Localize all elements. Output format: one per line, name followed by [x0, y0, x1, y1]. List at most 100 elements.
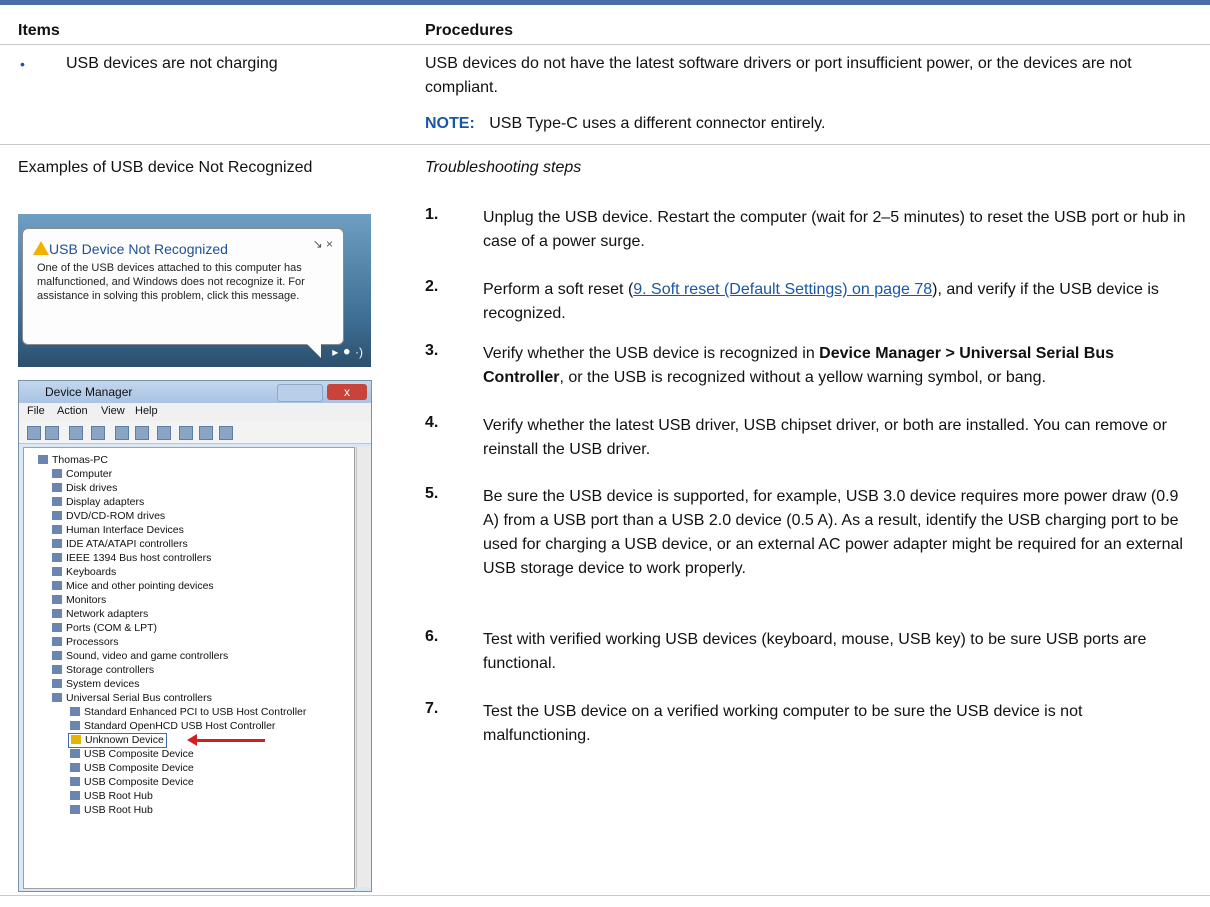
step-1-text: Unplug the USB device. Restart the compu… [483, 209, 1186, 250]
tree-item: USB Composite Device [70, 748, 194, 761]
dm-menubar: File Action View Help [19, 403, 371, 421]
computer-icon [38, 455, 48, 464]
tree-item: Network adapters [52, 608, 148, 621]
tree-item: Sound, video and game controllers [52, 650, 228, 663]
step-3-text: Verify whether the USB device is recogni… [483, 345, 1114, 386]
show-icon [91, 426, 105, 440]
properties-icon [69, 426, 83, 440]
dm-close-button: x [327, 384, 367, 400]
usb-icon [70, 707, 80, 716]
red-arrow-head [187, 734, 197, 746]
step-number: 3. [425, 342, 439, 359]
tree-item: DVD/CD-ROM drives [52, 510, 165, 523]
row-divider [0, 144, 1210, 145]
row1-procedure: USB devices do not have the latest softw… [425, 55, 1132, 96]
device-icon [52, 497, 62, 506]
dm-window-buttons [277, 384, 323, 402]
tree-item: System devices [52, 678, 140, 691]
tree-item: Disk drives [52, 482, 117, 495]
tree-item: Monitors [52, 594, 106, 607]
tree-item: Computer [52, 468, 112, 481]
device-icon [52, 483, 62, 492]
device-icon [52, 469, 62, 478]
view-icon [135, 426, 149, 440]
tree-item: USB Composite Device [70, 776, 194, 789]
uninstall-icon [199, 426, 213, 440]
balloon-body: One of the USB devices attached to this … [37, 262, 305, 302]
tree-item: Human Interface Devices [52, 524, 184, 537]
device-tree: Thomas-PC Computer Disk drives Display a… [23, 447, 355, 889]
tree-item: Display adapters [52, 496, 144, 509]
step-number: 6. [425, 628, 439, 645]
row2-item: Examples of USB device Not Recognized [18, 159, 313, 176]
usb-icon [70, 777, 80, 786]
balloon-title: USB Device Not Recognized [49, 241, 228, 257]
usb-icon [70, 721, 80, 730]
balloon-controls: ↘ × [312, 237, 333, 251]
step-number: 1. [425, 206, 439, 223]
tree-item: USB Root Hub [70, 804, 153, 817]
device-icon [52, 665, 62, 674]
dm-scrollbar [356, 447, 371, 887]
device-icon [52, 525, 62, 534]
warning-icon [33, 241, 49, 255]
update-icon [179, 426, 193, 440]
tree-item: Storage controllers [52, 664, 154, 677]
table-bottom-rule [0, 895, 1210, 896]
tree-item: Keyboards [52, 566, 116, 579]
usb-icon [70, 805, 80, 814]
step-number: 4. [425, 414, 439, 431]
dm-title: Device Manager [45, 385, 133, 399]
notification-balloon: USB Device Not Recognized ↘ × One of the… [22, 228, 344, 358]
table-header: Items Procedures [0, 5, 1210, 45]
tree-item: Standard Enhanced PCI to USB Host Contro… [70, 706, 306, 719]
soft-reset-link[interactable]: 9. Soft reset (Default Settings) on page… [633, 281, 932, 298]
step-6-text: Test with verified working USB devices (… [483, 631, 1147, 672]
tree-item: IEEE 1394 Bus host controllers [52, 552, 211, 565]
dm-menu-file: File [27, 405, 45, 417]
tree-item: USB Composite Device [70, 762, 194, 775]
dm-menu-view: View [101, 405, 125, 417]
device-manager-screenshot: Device Manager x File Action View Help T… [18, 380, 372, 892]
step-4-text: Verify whether the latest USB driver, US… [483, 417, 1167, 458]
device-icon [52, 623, 62, 632]
procedures-column-header: Procedures [425, 22, 514, 39]
dm-menu-help: Help [135, 405, 158, 417]
tree-item: Universal Serial Bus controllers [52, 692, 212, 705]
unknown-device-item: Unknown Device [68, 733, 167, 748]
device-icon [52, 637, 62, 646]
device-icon [52, 511, 62, 520]
device-icon [52, 567, 62, 576]
tree-item: Mice and other pointing devices [52, 580, 214, 593]
tree-item: Standard OpenHCD USB Host Controller [70, 720, 275, 733]
usb-icon [52, 693, 62, 702]
device-icon [52, 539, 62, 548]
device-icon [52, 581, 62, 590]
usb-not-recognized-screenshot: USB Device Not Recognized ↘ × One of the… [18, 214, 371, 367]
step-number: 5. [425, 485, 439, 502]
disable-icon [219, 426, 233, 440]
dm-toolbar [19, 421, 371, 444]
tree-item: IDE ATA/ATAPI controllers [52, 538, 188, 551]
bullet: • [20, 56, 25, 72]
device-icon [52, 651, 62, 660]
step-2-text: Perform a soft reset (9. Soft reset (Def… [483, 281, 1159, 322]
scan-icon [157, 426, 171, 440]
device-icon [52, 609, 62, 618]
device-icon [52, 553, 62, 562]
tree-item: Ports (COM & LPT) [52, 622, 157, 635]
device-icon [52, 595, 62, 604]
items-column-header: Items [18, 22, 60, 39]
tree-item: Thomas-PC [38, 454, 108, 467]
system-tray-icons: ▸ ⚫ ·) [332, 345, 363, 359]
step-number: 7. [425, 700, 439, 717]
row1-item: USB devices are not charging [66, 55, 278, 72]
dm-menu-action: Action [57, 405, 88, 417]
troubleshooting-subtitle: Troubleshooting steps [425, 159, 582, 176]
step-7-text: Test the USB device on a verified workin… [483, 703, 1083, 744]
note: NOTE: USB Type-C uses a different connec… [425, 112, 825, 136]
help-icon [115, 426, 129, 440]
warning-icon [71, 735, 81, 744]
forward-icon [45, 426, 59, 440]
step-number: 2. [425, 278, 439, 295]
